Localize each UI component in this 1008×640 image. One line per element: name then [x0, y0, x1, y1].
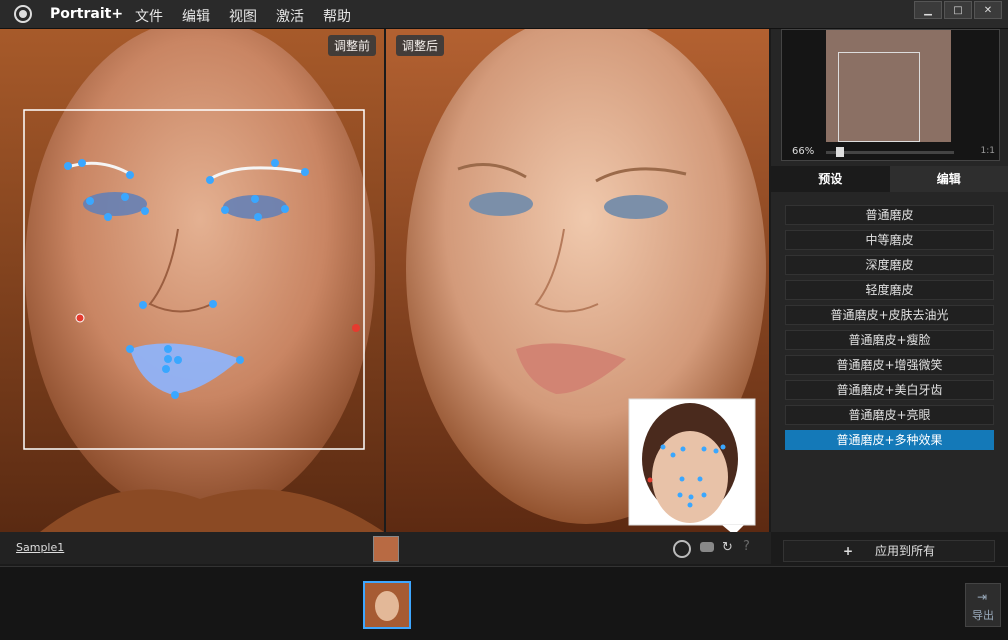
right-sidebar: 66% 1:1 预设 编辑 普通磨皮 中等磨皮 深度磨皮 轻度磨皮 普通磨皮+皮… — [771, 29, 1008, 532]
preset-item[interactable]: 普通磨皮 — [785, 205, 994, 225]
camera-lens-icon — [12, 4, 34, 24]
filmstrip-thumbnail[interactable] — [363, 581, 411, 629]
reset-icon[interactable]: ↻ — [722, 540, 733, 555]
menu-edit[interactable]: 编辑 — [182, 6, 210, 26]
preset-item[interactable]: 普通磨皮+亮眼 — [785, 405, 994, 425]
current-thumbnail[interactable] — [373, 536, 399, 562]
export-label: 导出 — [972, 607, 994, 623]
minimize-button[interactable]: ▁ — [914, 1, 942, 19]
before-photo — [0, 29, 384, 532]
mask-icon[interactable] — [700, 542, 714, 552]
after-photo — [386, 29, 769, 532]
filmstrip: ⇥ 导出 — [0, 566, 1008, 640]
after-view[interactable]: 调整后 — [386, 29, 769, 532]
preset-item[interactable]: 轻度磨皮 — [785, 280, 994, 300]
before-view[interactable]: 调整前 — [0, 29, 384, 532]
zoom-slider[interactable] — [826, 151, 954, 154]
preset-item[interactable]: 深度磨皮 — [785, 255, 994, 275]
preset-item[interactable]: 普通磨皮+美白牙齿 — [785, 380, 994, 400]
preset-item-selected[interactable]: 普通磨皮+多种效果 — [785, 430, 994, 450]
apply-all-label: 应用到所有 — [875, 544, 935, 558]
navigator-viewport[interactable] — [838, 52, 920, 142]
navigator[interactable]: 66% 1:1 — [781, 29, 1000, 161]
preset-item[interactable]: 普通磨皮+皮肤去油光 — [785, 305, 994, 325]
before-label: 调整前 — [328, 35, 376, 56]
apply-all-button[interactable]: + 应用到所有 — [783, 540, 995, 562]
preset-item[interactable]: 普通磨皮+增强微笑 — [785, 355, 994, 375]
maximize-button[interactable]: □ — [944, 1, 972, 19]
title-bar: Portrait+ 文件 编辑 视图 激活 帮助 ▁ □ ✕ — [0, 0, 1008, 29]
tab-presets[interactable]: 预设 — [771, 166, 890, 192]
menu-file[interactable]: 文件 — [135, 6, 163, 26]
preset-item[interactable]: 中等磨皮 — [785, 230, 994, 250]
after-label: 调整后 — [396, 35, 444, 56]
zoom-slider-thumb[interactable] — [836, 147, 844, 157]
zoom-readout: 66% — [792, 146, 814, 157]
export-button[interactable]: ⇥ 导出 — [965, 583, 1001, 627]
plus-icon: + — [843, 544, 853, 558]
navigator-thumbnail — [826, 30, 951, 142]
face-detect-icon[interactable] — [673, 540, 691, 558]
tab-edit[interactable]: 编辑 — [890, 166, 1008, 192]
preset-item[interactable]: 普通磨皮+瘦脸 — [785, 330, 994, 350]
tab-bar: 预设 编辑 — [771, 166, 1008, 192]
menu-activate[interactable]: 激活 — [276, 6, 304, 26]
window-controls: ▁ □ ✕ — [914, 1, 1002, 19]
file-name[interactable]: Sample1 — [16, 541, 64, 554]
status-bar: Sample1 ↻ ? — [0, 532, 771, 564]
export-icon: ⇥ — [977, 590, 987, 604]
close-button[interactable]: ✕ — [974, 1, 1002, 19]
help-icon[interactable]: ? — [743, 539, 750, 554]
menu-view[interactable]: 视图 — [229, 6, 257, 26]
menu-help[interactable]: 帮助 — [323, 6, 351, 26]
app-title: Portrait+ — [50, 6, 123, 22]
fit-button[interactable]: 1:1 — [981, 146, 995, 156]
